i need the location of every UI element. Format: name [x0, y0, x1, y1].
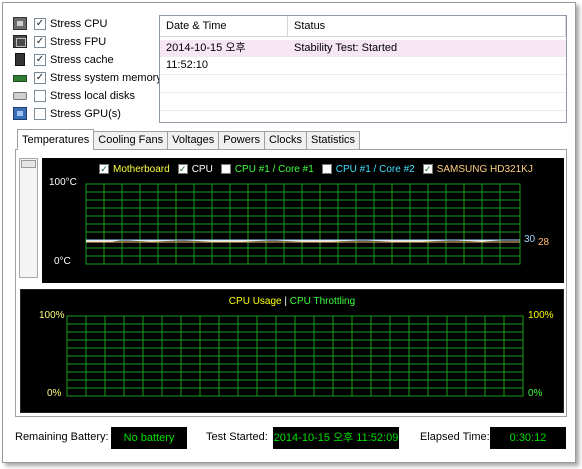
stress-cache-checkbox[interactable]: ✓	[34, 53, 46, 66]
disk-icon	[13, 91, 27, 100]
table-row[interactable]: 2014-10-15 오후 11:52:10 Stability Test: S…	[160, 40, 566, 71]
graph-slider[interactable]	[19, 158, 38, 278]
stress-disks-option[interactable]: Stress local disks	[13, 87, 135, 104]
gpu-icon	[13, 107, 27, 120]
test-started-value: 2014-10-15 오후 11:52:09	[273, 427, 399, 449]
stress-fpu-option[interactable]: ✓ Stress FPU	[13, 33, 106, 50]
stress-disks-checkbox[interactable]	[34, 89, 46, 102]
stress-gpu-label: Stress GPU(s)	[50, 107, 121, 120]
test-started-label: Test Started:	[206, 431, 268, 443]
battery-label: Remaining Battery:	[15, 431, 109, 443]
table-row	[160, 76, 566, 93]
stress-cpu-option[interactable]: ✓ Stress CPU	[13, 15, 107, 32]
cpu-usage-graph: CPU Usage | CPU Throttling 100% 0% 100% …	[20, 289, 564, 413]
tab-panel: ✓ Motherboard ✓ CPU CPU #1 / Core #1 CPU…	[15, 149, 567, 417]
table-row	[160, 58, 566, 75]
stress-disks-label: Stress local disks	[50, 89, 135, 102]
stress-memory-checkbox[interactable]: ✓	[34, 71, 46, 84]
stress-cache-option[interactable]: ✓ Stress cache	[13, 51, 114, 68]
memory-icon	[13, 75, 27, 82]
stress-cpu-checkbox[interactable]: ✓	[34, 17, 46, 30]
cpu-icon	[13, 17, 27, 30]
log-status: Stability Test: Started	[294, 42, 398, 54]
tab-clocks[interactable]: Clocks	[263, 131, 307, 150]
tab-voltages[interactable]: Voltages	[167, 131, 220, 150]
stability-test-window: ✓ Stress CPU ✓ Stress FPU ✓ Stress cache…	[2, 2, 576, 463]
stress-memory-option[interactable]: ✓ Stress system memory	[13, 69, 162, 86]
stress-cache-label: Stress cache	[50, 53, 114, 66]
tab-powers[interactable]: Powers	[218, 131, 265, 150]
tab-temperatures[interactable]: Temperatures	[17, 129, 95, 150]
cpu-usage-plot	[66, 315, 524, 397]
tab-statistics[interactable]: Statistics	[306, 131, 361, 150]
stress-fpu-label: Stress FPU	[50, 35, 107, 48]
fpu-icon	[13, 35, 27, 48]
stress-gpu-option[interactable]: Stress GPU(s)	[13, 105, 121, 122]
tab-cooling-fans[interactable]: Cooling Fans	[93, 131, 169, 150]
stress-fpu-checkbox[interactable]: ✓	[34, 35, 46, 48]
log-datetime: 2014-10-15 오후 11:52:10	[166, 42, 246, 71]
cache-icon	[15, 53, 25, 66]
elapsed-time-label: Elapsed Time:	[420, 431, 490, 443]
status-bar: Remaining Battery: No battery Test Start…	[3, 427, 575, 449]
temperature-graph: ✓ Motherboard ✓ CPU CPU #1 / Core #1 CPU…	[42, 158, 564, 283]
slider-thumb[interactable]	[21, 160, 36, 168]
column-header-status[interactable]: Status	[288, 16, 566, 37]
stress-memory-label: Stress system memory	[50, 71, 162, 84]
tab-bar: Temperatures Cooling Fans Voltages Power…	[17, 129, 361, 150]
stress-cpu-label: Stress CPU	[50, 17, 108, 30]
grid-lines	[85, 183, 521, 265]
temperature-plot	[85, 183, 521, 265]
current-value-mb: 30	[524, 234, 536, 245]
current-value-hdd: 28	[538, 237, 550, 248]
elapsed-time-value: 0:30:12	[490, 427, 566, 449]
column-header-datetime[interactable]: Date & Time	[160, 16, 288, 37]
grid-lines	[66, 315, 524, 397]
stress-gpu-checkbox[interactable]	[34, 107, 46, 120]
log-header: Date & Time Status	[160, 16, 566, 37]
battery-value: No battery	[111, 427, 187, 449]
status-log-table[interactable]: Date & Time Status 2014-10-15 오후 11:52:1…	[159, 15, 567, 123]
table-row	[160, 94, 566, 111]
